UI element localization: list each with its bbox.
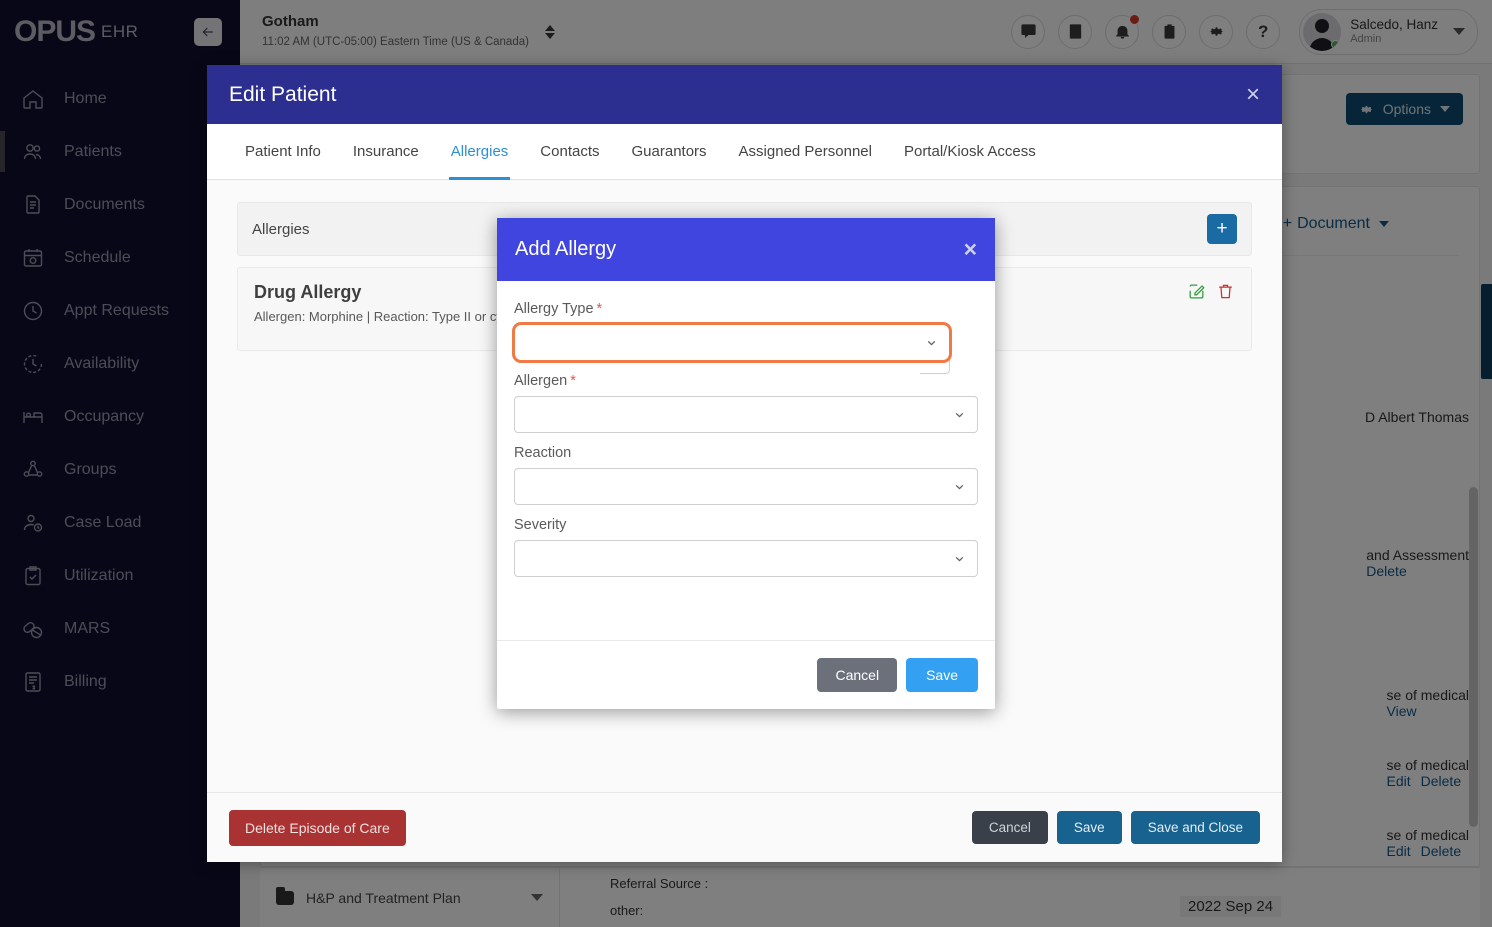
severity-select[interactable] <box>514 540 978 577</box>
allergy-type-select[interactable] <box>512 322 952 363</box>
allergy-type-field: Allergy Type * <box>512 301 978 363</box>
tab-portal-kiosk-access[interactable]: Portal/Kiosk Access <box>888 124 1052 180</box>
delete-icon[interactable] <box>1216 282 1235 301</box>
tab-label: Patient Info <box>245 143 321 160</box>
edit-patient-tabs: Patient Info Insurance Allergies Contact… <box>207 124 1282 180</box>
severity-label: Severity <box>514 517 567 533</box>
allergies-section-title: Allergies <box>252 220 310 238</box>
reaction-label: Reaction <box>514 445 572 461</box>
reaction-field: Reaction <box>514 445 978 505</box>
save-button[interactable]: Save <box>1056 811 1122 844</box>
tab-assigned-personnel[interactable]: Assigned Personnel <box>723 124 888 180</box>
tab-label: Insurance <box>352 143 419 160</box>
required-marker: * <box>596 301 603 317</box>
tab-label: Portal/Kiosk Access <box>903 143 1036 160</box>
save-button[interactable]: Save <box>906 658 978 692</box>
add-allergy-header: Add Allergy × <box>497 218 995 281</box>
tab-contacts[interactable]: Contacts <box>524 124 615 180</box>
field-label-text: Allergy Type <box>514 301 594 317</box>
delete-episode-of-care-button[interactable]: Delete Episode of Care <box>229 809 406 846</box>
allergen-field: Allergen * <box>514 373 978 433</box>
footer-actions: Cancel Save Save and Close <box>971 811 1260 844</box>
required-marker: * <box>570 373 576 389</box>
tab-insurance[interactable]: Insurance <box>337 124 435 180</box>
edit-patient-header: Edit Patient × <box>207 65 1282 124</box>
cancel-button[interactable]: Cancel <box>817 658 898 692</box>
edit-icon[interactable] <box>1187 282 1206 301</box>
tab-label: Contacts <box>540 143 600 160</box>
allergy-title: Drug Allergy <box>254 282 362 302</box>
close-icon[interactable]: × <box>964 238 977 261</box>
tab-label: Assigned Personnel <box>738 143 872 160</box>
add-allergy-button[interactable]: + <box>1207 214 1237 244</box>
edit-patient-title: Edit Patient <box>229 82 337 106</box>
tab-patient-info[interactable]: Patient Info <box>229 124 337 180</box>
allergen-select[interactable] <box>514 396 978 433</box>
tab-allergies[interactable]: Allergies <box>435 124 525 180</box>
edit-patient-footer: Delete Episode of Care Cancel Save Save … <box>207 792 1282 862</box>
allergy-details: Allergen: Morphine | Reaction: Type II o… <box>254 309 503 324</box>
close-icon[interactable]: × <box>1246 82 1260 107</box>
tab-label: Guarantors <box>631 143 707 160</box>
allergy-row-actions <box>1187 282 1235 301</box>
severity-field: Severity <box>514 517 978 577</box>
add-allergy-footer: Cancel Save <box>497 640 995 709</box>
allergen-label: Allergen * <box>514 373 978 389</box>
tab-label: Allergies <box>450 143 509 160</box>
reaction-select[interactable] <box>514 468 978 505</box>
allergy-type-label: Allergy Type * <box>514 301 978 317</box>
tab-guarantors[interactable]: Guarantors <box>616 124 723 180</box>
field-label-text: Allergen <box>514 373 568 389</box>
add-allergy-title: Add Allergy <box>515 238 617 260</box>
add-allergy-dialog: Add Allergy × Allergy Type* Allergen* <box>497 218 995 709</box>
cancel-button[interactable]: Cancel <box>971 811 1048 844</box>
save-and-close-button[interactable]: Save and Close <box>1130 811 1260 844</box>
add-allergy-form: Allergy Type * Allergen * Reaction Sever… <box>497 281 995 640</box>
